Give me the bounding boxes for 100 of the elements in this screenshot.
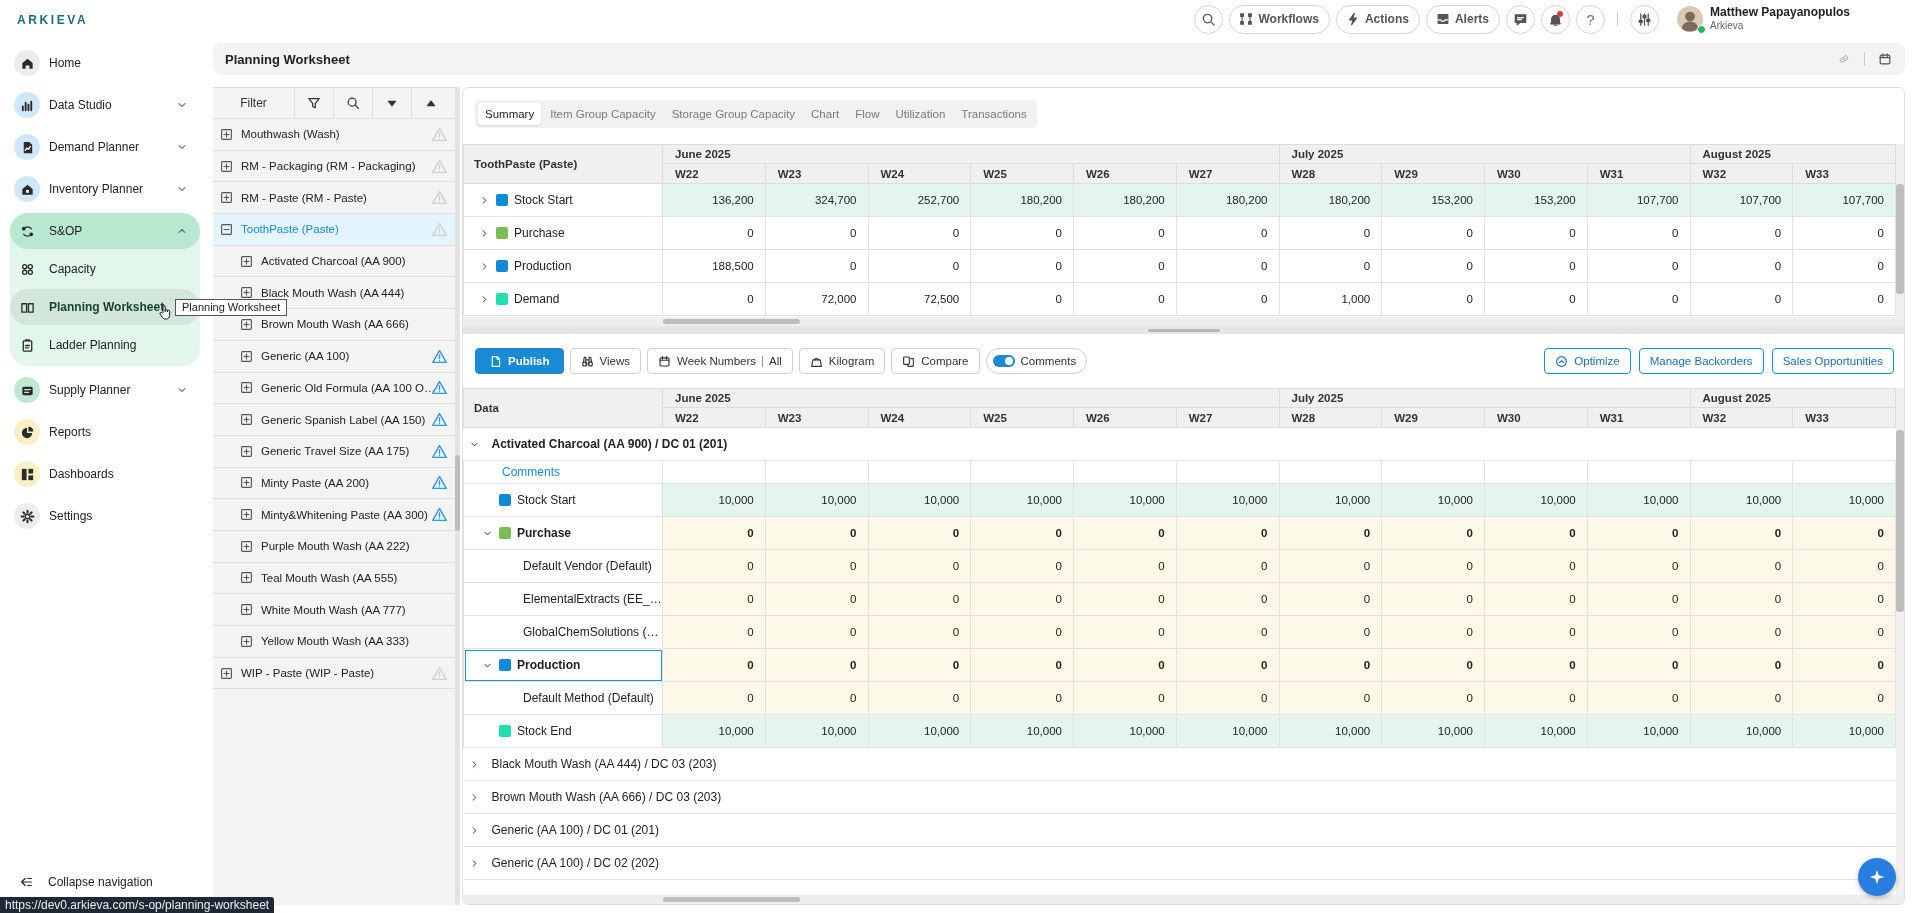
calendar-icon [658, 354, 671, 368]
nav-item[interactable]: Home [10, 45, 200, 81]
group-label[interactable]: Generic (AA 100) / DC 01 (201) [491, 823, 659, 837]
user-name: Matthew Papayanopulos [1709, 6, 1850, 19]
week-numbers-button[interactable]: Week Numbers All [647, 348, 793, 374]
tab[interactable]: Utilization [888, 103, 953, 125]
table-cell: 0 [1690, 582, 1793, 616]
scrollbar-thumb[interactable] [1896, 184, 1904, 294]
scrollbar-thumb[interactable] [1896, 430, 1904, 612]
table-cell: 0 [765, 516, 868, 550]
table-cell: 0 [1484, 516, 1588, 550]
tree-item[interactable]: Generic Travel Size (AA 175) [213, 435, 455, 468]
publish-button[interactable]: Publish [475, 348, 564, 374]
scrollbar-thumb[interactable] [663, 897, 800, 902]
nav-item[interactable]: Demand Planner [10, 129, 200, 165]
table-cell: 0 [1381, 681, 1485, 715]
collapse-navigation-button[interactable]: Collapse navigation [10, 872, 153, 892]
nav-item[interactable]: S&OP [10, 213, 200, 249]
plus-box-icon [240, 413, 253, 427]
calendar-icon [1878, 52, 1892, 66]
toolbar-button[interactable]: Optimize [1544, 348, 1631, 374]
tree-item[interactable]: Generic Old Formula (AA 100 O… [213, 372, 455, 405]
table-cell: 0 [868, 582, 971, 616]
tree-item[interactable]: Teal Mouth Wash (AA 555) [213, 562, 455, 595]
preferences-button[interactable] [1629, 4, 1659, 34]
table-cell: 0 [868, 516, 971, 550]
nav-item[interactable]: Inventory Planner [10, 171, 200, 207]
tree-item[interactable]: Minty Paste (AA 200) [213, 467, 455, 500]
workflows-button[interactable]: Workflows [1229, 4, 1330, 34]
search-button[interactable] [1194, 4, 1224, 34]
tree-item[interactable]: White Mouth Wash (AA 777) [213, 594, 455, 626]
unit-button[interactable]: Kilogram [798, 348, 886, 374]
group-label[interactable]: Generic (AA 100) / DC 02 (202) [491, 856, 659, 870]
chat-button[interactable] [1505, 4, 1535, 34]
notifications-button[interactable] [1540, 4, 1570, 34]
table-cell: 0 [868, 648, 971, 682]
nav-item[interactable]: Ladder Planning [10, 327, 200, 363]
table-cell: 0 [1381, 648, 1485, 682]
group-label[interactable]: Activated Charcoal (AA 900) / DC 01 (201) [491, 437, 728, 451]
toolbar-button[interactable]: Manage Backorders [1638, 348, 1764, 374]
tree-item[interactable]: Minty&Whitening Paste (AA 300) [213, 499, 455, 531]
table-cell: 0 [1176, 249, 1279, 283]
scrollbar-thumb[interactable] [663, 319, 800, 324]
nav-item[interactable]: Dashboards [10, 456, 200, 492]
table-cell: 0 [1484, 549, 1588, 583]
tree-item[interactable]: Yellow Mouth Wash (AA 333) [213, 626, 455, 658]
table-cell: 0 [1690, 516, 1793, 550]
link-icon [1837, 52, 1851, 66]
table-cell: 107,700 [1792, 183, 1896, 217]
group-label[interactable]: Brown Mouth Wash (AA 666) / DC 03 (203) [491, 790, 722, 804]
scrollbar-thumb[interactable] [455, 455, 460, 531]
comments-toggle[interactable]: Comments [985, 348, 1088, 374]
alerts-button[interactable]: Alerts [1425, 4, 1500, 34]
pages-icon [902, 354, 916, 368]
tree-item[interactable]: Activated Charcoal (AA 900) [213, 245, 455, 278]
table-cell: 0 [868, 549, 971, 583]
table-cell: 0 [1176, 282, 1279, 316]
table-cell: 0 [1176, 681, 1279, 715]
actions-button[interactable]: Actions [1335, 4, 1420, 34]
nav-item[interactable]: Reports [10, 414, 200, 450]
toggle-switch[interactable] [992, 355, 1015, 367]
nav-item[interactable]: Capacity [10, 251, 200, 287]
nav-item[interactable]: Settings [10, 498, 200, 534]
arrow-up-circle-icon [1555, 354, 1569, 368]
table-cell: 0 [1792, 648, 1896, 682]
filter-button[interactable]: Filter [213, 88, 294, 118]
plus-box-icon [240, 603, 253, 617]
compare-button[interactable]: Compare [891, 348, 980, 374]
tree-item[interactable]: Purple Mouth Wash (AA 222) [213, 530, 455, 563]
tree-item[interactable]: Mouthwash (Wash) [213, 119, 455, 151]
tab[interactable]: Summary [478, 103, 542, 125]
group-label[interactable]: Black Mouth Wash (AA 444) / DC 03 (203) [491, 757, 717, 771]
table-cell: 10,000 [765, 483, 868, 517]
tab[interactable]: Transactions [954, 103, 1034, 125]
table-cell: 188,500 [662, 249, 766, 283]
month-header: July 2025 [1279, 144, 1690, 164]
avatar [1676, 6, 1703, 32]
tree-item[interactable]: RM - Packaging (RM - Packaging) [213, 150, 455, 183]
toolbar-button[interactable]: Sales Opportunities [1771, 348, 1894, 374]
nav-item[interactable]: Data Studio [10, 87, 200, 123]
table-cell: 0 [1484, 582, 1588, 616]
tab[interactable]: Flow [848, 103, 887, 125]
tree-item[interactable]: Generic Spanish Label (AA 150) [213, 404, 455, 436]
tree-item[interactable]: WIP - Paste (WIP - Paste) [213, 657, 455, 690]
tab[interactable]: Item Group Capacity [543, 103, 663, 125]
table-cell: 10,000 [662, 483, 766, 517]
row-label: Stock Start [517, 493, 576, 507]
plus-box-icon [240, 444, 253, 458]
table-cell: 0 [970, 681, 1074, 715]
views-button[interactable]: Views [569, 348, 641, 374]
tab[interactable]: Storage Group Capacity [664, 103, 803, 125]
nav-item[interactable]: Supply Planner [10, 372, 200, 408]
help-button[interactable]: ? [1575, 4, 1605, 34]
search-icon [346, 96, 360, 110]
splitter-handle[interactable] [1147, 328, 1220, 332]
tree-item[interactable]: Generic (AA 100) [213, 340, 455, 373]
table-cell: 0 [970, 582, 1074, 616]
month-header: June 2025 [662, 144, 1279, 164]
table-cell: 10,000 [1176, 483, 1279, 517]
tab[interactable]: Chart [804, 103, 847, 125]
